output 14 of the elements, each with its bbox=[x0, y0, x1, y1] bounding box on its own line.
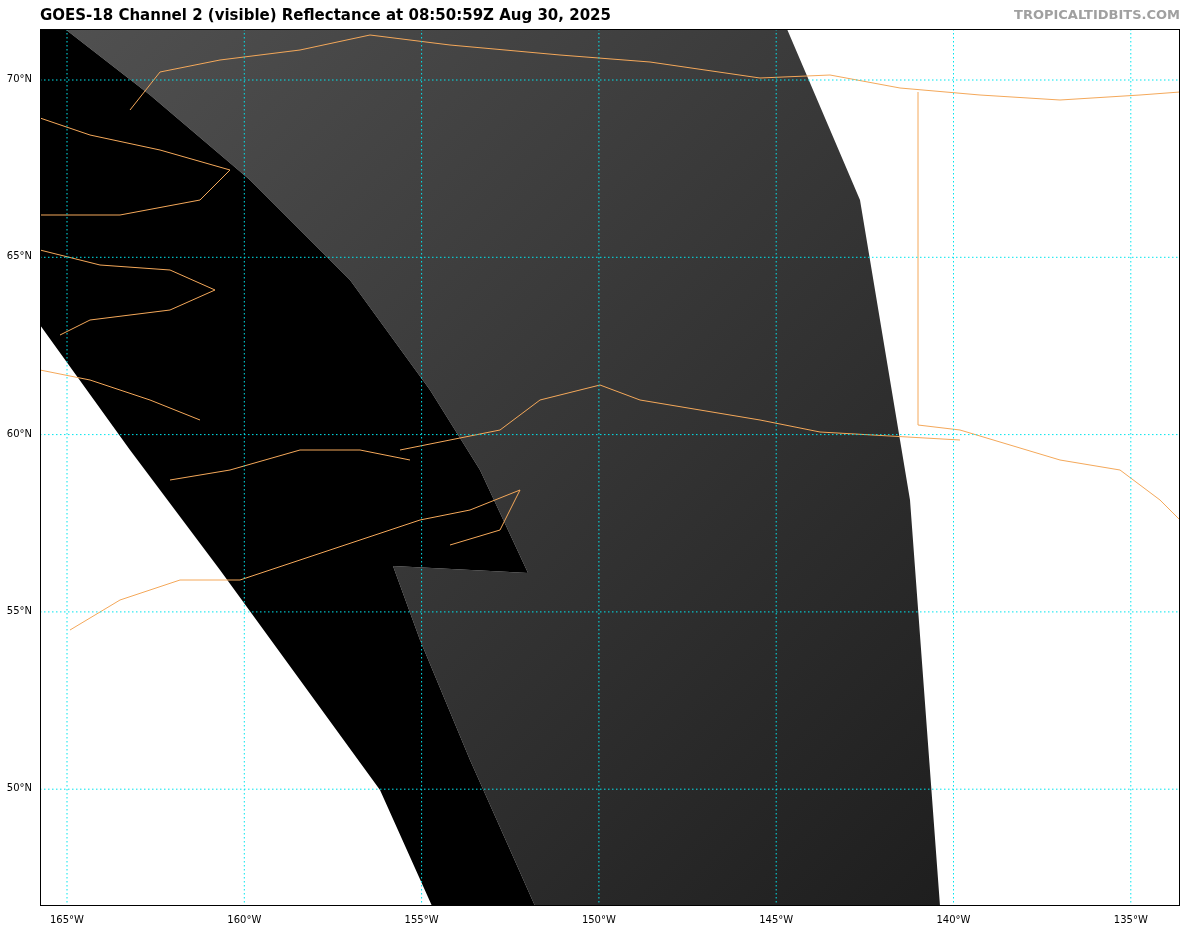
longitude-label: 135°W bbox=[1113, 914, 1148, 925]
longitude-label: 140°W bbox=[936, 914, 971, 925]
latitude-label: 55°N bbox=[6, 604, 32, 616]
longitude-label: 155°W bbox=[404, 914, 439, 925]
longitude-label: 145°W bbox=[759, 914, 794, 925]
chart-title: GOES-18 Channel 2 (visible) Reflectance at 08:50:59Z Aug 30, 2025 bbox=[40, 5, 611, 24]
site-credit: TROPICALTIDBITS.COM bbox=[1014, 7, 1180, 22]
longitude-label: 150°W bbox=[581, 914, 616, 925]
latitude-label: 60°N bbox=[6, 427, 32, 439]
longitude-label: 165°W bbox=[50, 914, 84, 925]
latitude-label: 70°N bbox=[6, 73, 32, 84]
latitude-label: 50°N bbox=[6, 782, 32, 794]
latitude-label: 65°N bbox=[6, 250, 32, 262]
longitude-label: 160°W bbox=[227, 914, 262, 925]
